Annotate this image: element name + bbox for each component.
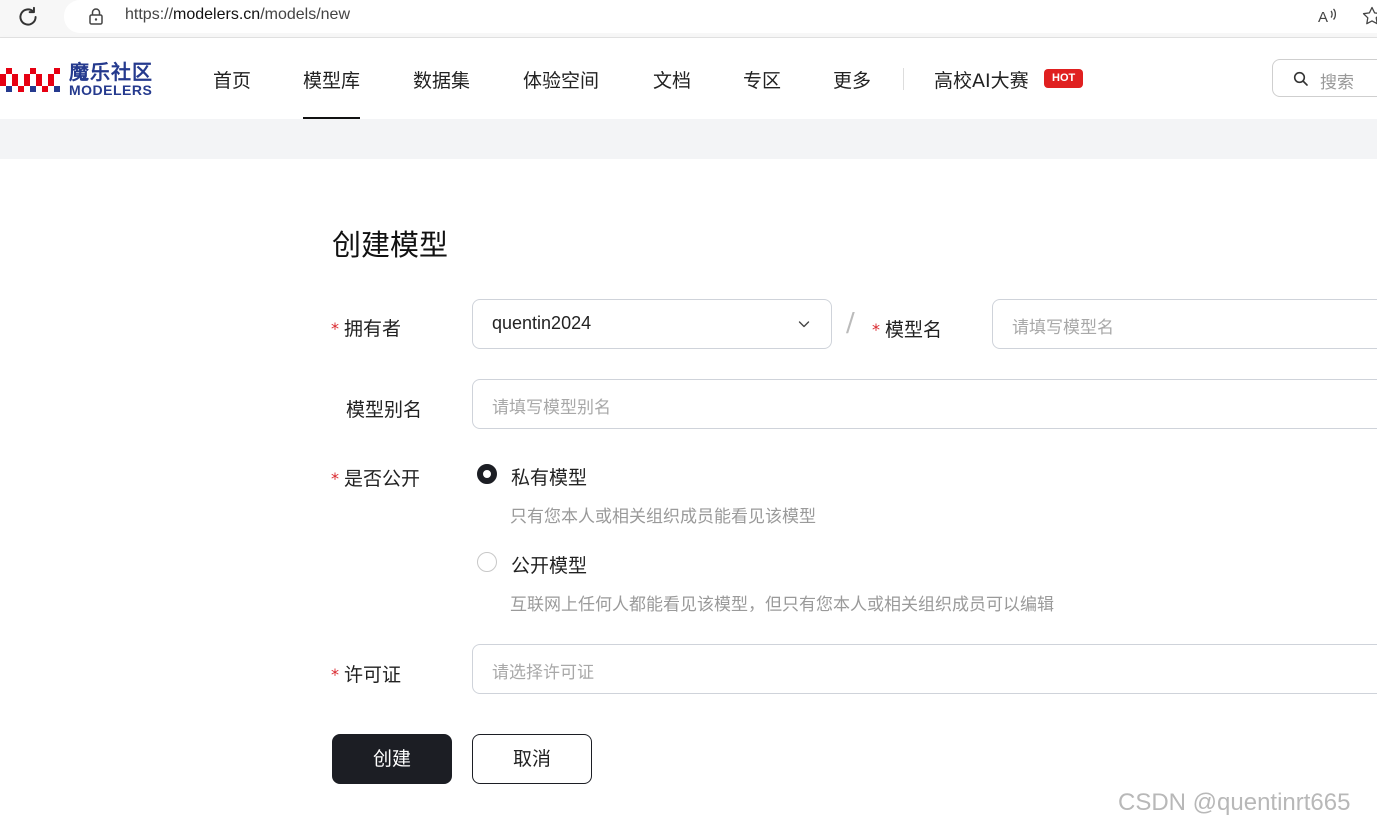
hot-badge: HOT xyxy=(1044,69,1084,88)
nav-ai-contest[interactable]: 高校AI大赛 xyxy=(934,66,1029,93)
nav-datasets[interactable]: 数据集 xyxy=(413,66,470,93)
modelers-logo-icon[interactable] xyxy=(0,60,62,98)
search-icon xyxy=(1293,71,1308,86)
owner-select[interactable]: quentin2024 xyxy=(472,299,832,349)
owner-value: quentin2024 xyxy=(492,313,592,333)
public-model-description: 互联网上任何人都能看见该模型，但只有您本人或相关组织成员可以编辑 xyxy=(510,595,1054,615)
license-placeholder: 请选择许可证 xyxy=(492,663,594,683)
license-label: * 许可证 xyxy=(331,660,401,687)
favorite-star-icon[interactable] xyxy=(1361,5,1377,27)
nav-more[interactable]: 更多 xyxy=(833,66,871,93)
search-placeholder: 搜索 xyxy=(1320,73,1354,93)
public-model-label[interactable]: 公开模型 xyxy=(511,551,587,578)
required-mark: * xyxy=(331,469,339,488)
required-mark: * xyxy=(872,320,880,339)
alias-label: 模型别名 xyxy=(346,399,423,421)
required-mark: * xyxy=(331,319,339,338)
visibility-label-text: 是否公开 xyxy=(344,468,421,490)
read-aloud-icon[interactable]: A xyxy=(1316,5,1338,27)
model-name-label-text: 模型名 xyxy=(885,319,943,341)
visibility-label: * 是否公开 xyxy=(331,464,420,491)
nav-home[interactable]: 首页 xyxy=(213,66,251,93)
nav-divider xyxy=(903,68,904,90)
reload-icon[interactable] xyxy=(15,4,41,30)
logo-text-cn[interactable]: 魔乐社区 xyxy=(69,56,153,85)
owner-name-separator: / xyxy=(846,308,855,338)
logo-text-en[interactable]: MODELERS xyxy=(69,82,152,98)
create-button[interactable]: 创建 xyxy=(332,734,452,784)
license-label-text: 许可证 xyxy=(344,664,402,686)
model-name-input[interactable]: 请填写模型名 xyxy=(992,299,1377,349)
chevron-down-icon xyxy=(798,321,810,328)
nav-zones[interactable]: 专区 xyxy=(743,66,781,93)
url-text[interactable]: https://modelers.cn/models/new xyxy=(125,6,350,24)
svg-text:A: A xyxy=(1318,9,1328,26)
owner-label-text: 拥有者 xyxy=(344,318,402,340)
required-mark: * xyxy=(331,665,339,684)
private-model-radio[interactable] xyxy=(477,464,497,484)
license-select[interactable]: 请选择许可证 xyxy=(472,644,1377,694)
model-name-label: * 模型名 xyxy=(872,315,942,342)
alias-placeholder: 请填写模型别名 xyxy=(492,398,611,418)
model-name-placeholder: 请填写模型名 xyxy=(1012,318,1114,338)
site-header: 魔乐社区 MODELERS 首页 模型库 数据集 体验空间 文档 专区 更多 高… xyxy=(0,38,1377,119)
url-host: modelers.cn xyxy=(173,6,261,23)
private-model-description: 只有您本人或相关组织成员能看见该模型 xyxy=(510,507,816,527)
csdn-watermark: CSDN @quentinrt665 xyxy=(1118,789,1351,816)
nav-docs[interactable]: 文档 xyxy=(653,66,691,93)
public-model-radio[interactable] xyxy=(477,552,497,572)
browser-toolbar: https://modelers.cn/models/new A xyxy=(0,0,1377,38)
search-input[interactable]: 搜索 xyxy=(1272,59,1377,97)
nav-spaces[interactable]: 体验空间 xyxy=(523,66,599,93)
cancel-button[interactable]: 取消 xyxy=(472,734,592,784)
lock-icon[interactable] xyxy=(86,6,106,26)
alias-input[interactable]: 请填写模型别名 xyxy=(472,379,1377,429)
private-model-label[interactable]: 私有模型 xyxy=(511,463,587,490)
owner-label: * 拥有者 xyxy=(331,314,401,341)
header-spacer-band xyxy=(0,119,1377,159)
nav-models[interactable]: 模型库 xyxy=(303,66,361,119)
url-path: /models/new xyxy=(260,6,351,23)
page-title: 创建模型 xyxy=(332,228,449,262)
url-scheme: https:// xyxy=(125,6,174,23)
